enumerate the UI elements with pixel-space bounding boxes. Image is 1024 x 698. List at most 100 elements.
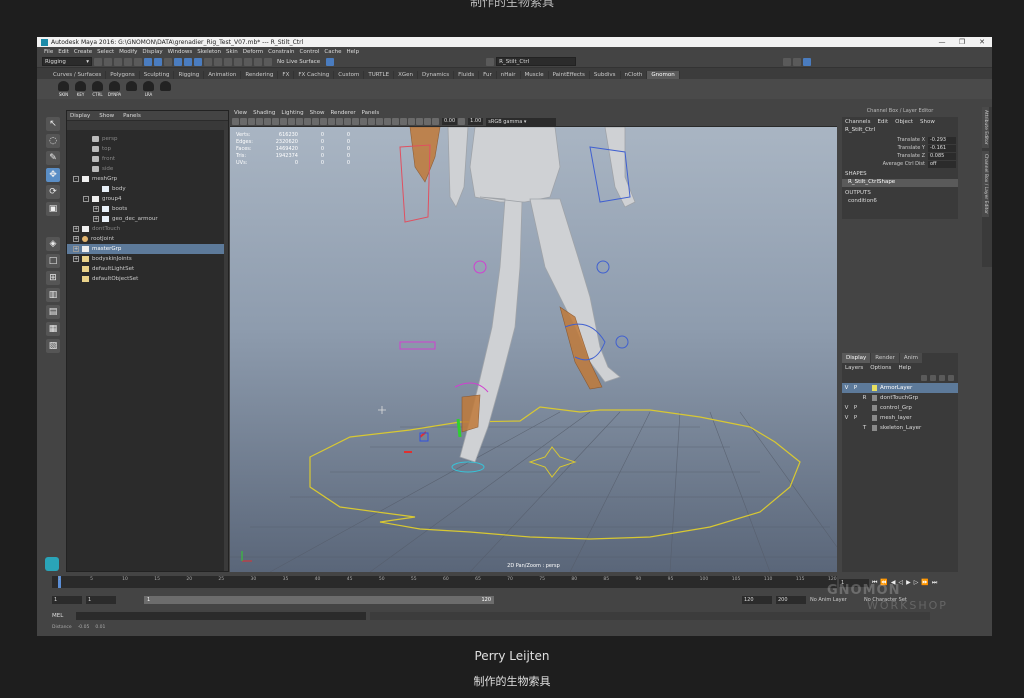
color-space-dropdown[interactable]: sRGB gamma ▾ <box>486 117 557 126</box>
select-object-icon[interactable] <box>154 57 162 66</box>
magnet-icon[interactable] <box>264 57 272 66</box>
ipr-icon[interactable] <box>234 57 242 66</box>
outliner-item-meshgrp[interactable]: - meshGrp <box>67 174 228 184</box>
bookmark-icon[interactable] <box>248 118 255 125</box>
layout-extra-icon[interactable]: ▧ <box>46 339 60 353</box>
playback-end-field[interactable]: 120 <box>742 595 772 604</box>
outliner-menu-panels[interactable]: Panels <box>123 113 141 119</box>
outliner-menu-show[interactable]: Show <box>99 113 114 119</box>
textured-icon[interactable] <box>352 118 359 125</box>
layer-row-armorlayer[interactable]: V P ArmorLayer <box>842 383 958 393</box>
expand-toggle-icon[interactable]: + <box>73 236 79 242</box>
channel-attribute-row[interactable]: Translate Z 0.085 <box>842 152 958 160</box>
shelf-button-dynpa[interactable]: DYNPA <box>108 80 121 98</box>
ambient-occlusion-icon[interactable] <box>376 118 383 125</box>
menu-display[interactable]: Display <box>142 49 162 55</box>
shelf-tab-turtle[interactable]: TURTLE <box>364 71 395 79</box>
menu-set-dropdown[interactable]: Rigging ▾ <box>42 57 92 66</box>
expand-toggle-icon[interactable]: + <box>93 216 99 222</box>
layer-row-control-grp[interactable]: V Pcontrol_Grp <box>842 403 958 413</box>
open-scene-icon[interactable] <box>104 57 112 66</box>
animation-end-field[interactable]: 200 <box>776 595 806 604</box>
menu-skin[interactable]: Skin <box>226 49 238 55</box>
snap-surface-icon[interactable] <box>204 57 212 66</box>
menu-file[interactable]: File <box>44 49 53 55</box>
default-material-icon[interactable] <box>336 118 343 125</box>
camera-select-icon[interactable] <box>232 118 239 125</box>
outliner-item-donttouch[interactable]: + dontTouch <box>67 224 228 234</box>
isolate-icon[interactable] <box>408 118 415 125</box>
layout-four-icon[interactable]: ⊞ <box>46 271 60 285</box>
shadows-icon[interactable] <box>368 118 375 125</box>
viewport-menu-panels[interactable]: Panels <box>362 110 380 116</box>
layer-tab-anim[interactable]: Anim <box>899 353 923 363</box>
gate-mask-icon[interactable] <box>288 118 295 125</box>
outliner-scrollbar[interactable] <box>224 121 228 571</box>
outliner-item-defaultobjectset[interactable]: defaultObjectSet <box>67 274 228 284</box>
layer-menu-options[interactable]: Options <box>870 365 891 371</box>
shelf-tab-nhair[interactable]: nHair <box>496 71 521 79</box>
gamma-field[interactable]: 1.00 <box>468 118 484 125</box>
shelf-button-skin[interactable]: SKIN <box>57 80 70 98</box>
shelf-tab-painteffects[interactable]: PaintEffects <box>548 71 590 79</box>
layer-row-skeleton-layer[interactable]: Tskeleton_Layer <box>842 423 958 433</box>
layout-single-icon[interactable]: □ <box>46 254 60 268</box>
animation-start-field[interactable]: 1 <box>52 595 82 604</box>
layout-graph-icon[interactable]: ▦ <box>46 322 60 336</box>
wireframe-on-shaded-icon[interactable] <box>344 118 351 125</box>
layer-playback-toggle[interactable]: P <box>851 385 860 391</box>
shelf-button-tool-6[interactable] <box>159 80 172 98</box>
shelf-tab-rigging[interactable]: Rigging <box>174 71 205 79</box>
expand-toggle-icon[interactable]: + <box>73 226 79 232</box>
channel-box-menu-edit[interactable]: Edit <box>877 119 888 125</box>
undo-icon[interactable] <box>124 57 132 66</box>
channel-attribute-value[interactable]: -0.161 <box>928 144 956 152</box>
viewport-menu-renderer[interactable]: Renderer <box>330 110 355 116</box>
outliner-item-geo_dec_armour[interactable]: + geo_dec_armour <box>67 214 228 224</box>
channel-attribute-value[interactable]: 0.085 <box>928 152 956 160</box>
step-forward-key-icon[interactable]: ⏩ <box>921 579 928 586</box>
viewport-menu-lighting[interactable]: Lighting <box>281 110 303 116</box>
menu-constrain[interactable]: Constrain <box>268 49 294 55</box>
shelf-tab-xgen[interactable]: XGen <box>394 71 418 79</box>
workspace-icon[interactable] <box>783 57 792 66</box>
shelf-button-lra[interactable]: LRA <box>142 80 155 98</box>
menu-control[interactable]: Control <box>300 49 320 55</box>
new-scene-icon[interactable] <box>94 57 102 66</box>
menu-help[interactable]: Help <box>347 49 360 55</box>
shelf-tab-gnomon[interactable]: Gnomon <box>647 71 680 79</box>
channel-attribute-value[interactable]: off <box>928 160 956 168</box>
outliner-item-body[interactable]: body <box>67 184 228 194</box>
smooth-shade-icon[interactable] <box>328 118 335 125</box>
antialias-icon[interactable] <box>392 118 399 125</box>
exposure-icon[interactable] <box>432 118 439 125</box>
sidebar-toggle-icon[interactable] <box>793 57 802 66</box>
channel-box-toggle-icon[interactable] <box>803 57 812 66</box>
viewport-menu-show[interactable]: Show <box>310 110 325 116</box>
channel-attribute-row[interactable]: Translate Y -0.161 <box>842 144 958 152</box>
layer-color-swatch[interactable] <box>872 395 877 401</box>
side-tab-attribute-editor[interactable]: Attribute Editor <box>982 107 989 148</box>
menu-edit[interactable]: Edit <box>58 49 69 55</box>
shelf-button-ctrl[interactable]: CTRL <box>91 80 104 98</box>
motion-blur-icon[interactable] <box>384 118 391 125</box>
field-chart-icon[interactable] <box>296 118 303 125</box>
channel-box-menu-show[interactable]: Show <box>920 119 935 125</box>
layout-outliner-icon[interactable]: ▤ <box>46 305 60 319</box>
outliner-item-top[interactable]: top <box>67 144 228 154</box>
snap-point-icon[interactable] <box>194 57 202 66</box>
shelf-tab-animation[interactable]: Animation <box>204 71 242 79</box>
shelf-tab-fx-caching[interactable]: FX Caching <box>294 71 335 79</box>
shelf-tab-fluids[interactable]: Fluids <box>454 71 480 79</box>
layer-row-donttouchgrp[interactable]: RdontTouchGrp <box>842 393 958 403</box>
select-hierarchy-icon[interactable] <box>144 57 152 66</box>
live-surface-label[interactable]: No Live Surface <box>277 59 320 65</box>
layer-menu-help[interactable]: Help <box>898 365 911 371</box>
safe-title-icon[interactable] <box>312 118 319 125</box>
outliner-item-boots[interactable]: + boots <box>67 204 228 214</box>
command-language-label[interactable]: MEL <box>52 613 72 619</box>
play-forward-icon[interactable]: ▶ <box>906 579 911 586</box>
outliner-search-field[interactable] <box>67 121 228 130</box>
xray-icon[interactable] <box>416 118 423 125</box>
menu-select[interactable]: Select <box>97 49 114 55</box>
